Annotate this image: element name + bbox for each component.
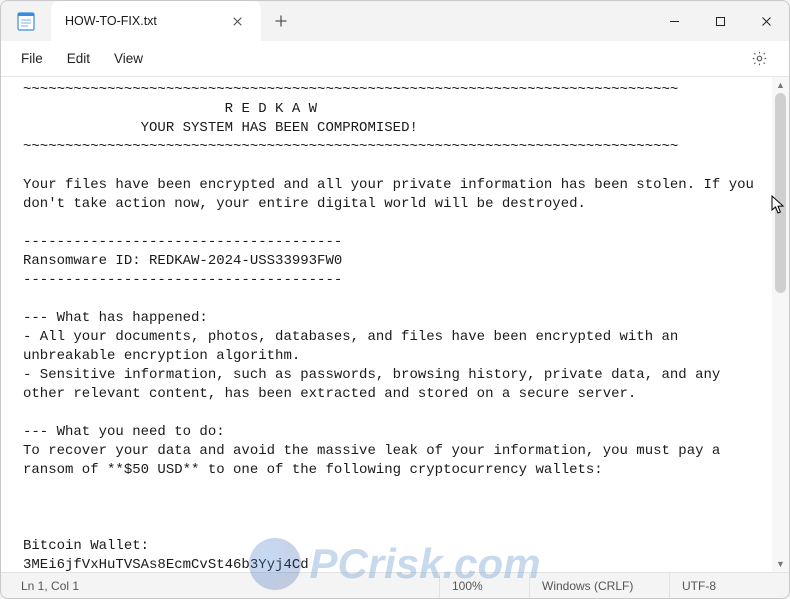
plus-icon — [275, 15, 287, 27]
tab-title: HOW-TO-FIX.txt — [65, 14, 215, 28]
menubar: File Edit View — [1, 41, 789, 77]
scroll-up-arrow[interactable]: ▲ — [772, 77, 789, 93]
status-caret: Ln 1, Col 1 — [1, 573, 111, 598]
gear-icon — [751, 50, 768, 67]
maximize-button[interactable] — [697, 1, 743, 41]
scroll-down-arrow[interactable]: ▼ — [772, 556, 789, 572]
settings-button[interactable] — [743, 43, 775, 75]
menu-edit[interactable]: Edit — [55, 45, 102, 72]
status-zoom[interactable]: 100% — [439, 573, 529, 598]
statusbar: Ln 1, Col 1 100% Windows (CRLF) UTF-8 — [1, 572, 789, 598]
status-eol: Windows (CRLF) — [529, 573, 669, 598]
close-window-button[interactable] — [743, 1, 789, 41]
editor-area: ~~~~~~~~~~~~~~~~~~~~~~~~~~~~~~~~~~~~~~~~… — [1, 77, 789, 572]
document-tab[interactable]: HOW-TO-FIX.txt — [51, 1, 261, 41]
minimize-button[interactable] — [651, 1, 697, 41]
titlebar-drag-area[interactable] — [301, 1, 651, 41]
notepad-icon — [17, 11, 35, 31]
close-icon — [233, 17, 242, 26]
status-encoding: UTF-8 — [669, 573, 789, 598]
close-icon — [761, 16, 772, 27]
menu-view[interactable]: View — [102, 45, 155, 72]
text-content[interactable]: ~~~~~~~~~~~~~~~~~~~~~~~~~~~~~~~~~~~~~~~~… — [1, 77, 772, 572]
window-controls — [651, 1, 789, 41]
maximize-icon — [715, 16, 726, 27]
app-icon-cell — [1, 1, 51, 41]
mouse-cursor-icon — [771, 195, 785, 215]
new-tab-button[interactable] — [261, 1, 301, 41]
scrollbar-thumb[interactable] — [775, 93, 786, 293]
vertical-scrollbar[interactable]: ▲ ▼ — [772, 77, 789, 572]
titlebar: HOW-TO-FIX.txt — [1, 1, 789, 41]
notepad-window: HOW-TO-FIX.txt File Edit View — [0, 0, 790, 599]
menu-file[interactable]: File — [9, 45, 55, 72]
minimize-icon — [669, 16, 680, 27]
tab-close-button[interactable] — [225, 9, 249, 33]
